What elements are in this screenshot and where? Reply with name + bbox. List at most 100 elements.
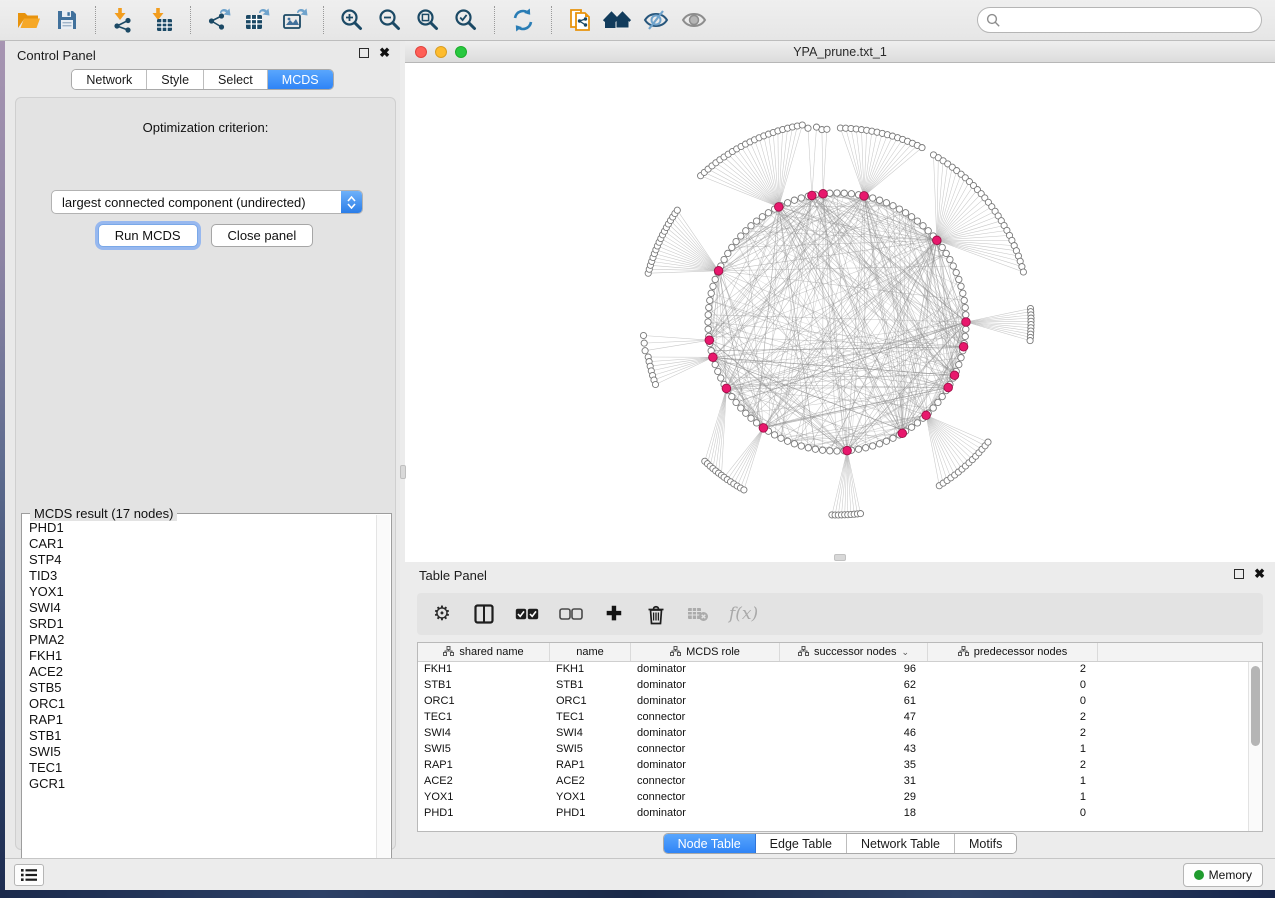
horizontal-splitter-handle[interactable] bbox=[834, 554, 846, 561]
graph-node[interactable] bbox=[778, 435, 784, 441]
vertical-splitter-handle[interactable] bbox=[400, 465, 406, 479]
graph-node[interactable] bbox=[718, 375, 724, 381]
table-cell[interactable]: ACE2 bbox=[550, 774, 631, 790]
graph-node[interactable] bbox=[805, 445, 811, 451]
table-row[interactable]: RAP1RAP1dominator352 bbox=[418, 758, 1262, 774]
graph-node[interactable] bbox=[908, 424, 914, 430]
graph-node[interactable] bbox=[753, 420, 759, 426]
graph-node[interactable] bbox=[748, 223, 754, 229]
table-row[interactable]: PHD1PHD1dominator180 bbox=[418, 806, 1262, 822]
graph-node[interactable] bbox=[710, 283, 716, 289]
graph-leaf-node[interactable] bbox=[919, 145, 925, 151]
graph-node[interactable] bbox=[743, 228, 749, 234]
graph-leaf-node[interactable] bbox=[674, 207, 680, 213]
zoom-fit-icon[interactable] bbox=[413, 5, 443, 35]
table-cell[interactable]: 2 bbox=[928, 758, 1098, 774]
graph-node[interactable] bbox=[956, 361, 962, 367]
mcds-result-item[interactable]: TEC1 bbox=[29, 760, 369, 776]
graph-mcds-node[interactable] bbox=[775, 203, 784, 212]
graph-node[interactable] bbox=[733, 238, 739, 244]
zoom-in-icon[interactable] bbox=[337, 5, 367, 35]
graph-leaf-node[interactable] bbox=[640, 332, 646, 338]
table-cell[interactable]: 1 bbox=[928, 790, 1098, 806]
zoom-selected-icon[interactable] bbox=[451, 5, 481, 35]
table-cell[interactable]: connector bbox=[631, 710, 780, 726]
table-cell[interactable]: 0 bbox=[928, 806, 1098, 822]
mcds-result-item[interactable]: YOX1 bbox=[29, 584, 369, 600]
graph-node[interactable] bbox=[914, 420, 920, 426]
graph-node[interactable] bbox=[896, 206, 902, 212]
mcds-result-item[interactable]: GCR1 bbox=[29, 776, 369, 792]
tab-mcds[interactable]: MCDS bbox=[268, 70, 333, 89]
table-cell[interactable]: RAP1 bbox=[418, 758, 550, 774]
graph-node[interactable] bbox=[733, 399, 739, 405]
float-table-panel-icon[interactable] bbox=[1234, 569, 1244, 579]
graph-node[interactable] bbox=[870, 443, 876, 449]
network-search-box[interactable] bbox=[977, 7, 1262, 33]
graph-node[interactable] bbox=[725, 250, 731, 256]
graph-node[interactable] bbox=[870, 195, 876, 201]
refresh-icon[interactable] bbox=[508, 5, 538, 35]
table-cell[interactable]: SWI5 bbox=[418, 742, 550, 758]
graph-mcds-node[interactable] bbox=[709, 353, 718, 362]
graph-mcds-node[interactable] bbox=[759, 424, 768, 433]
table-cell[interactable]: 62 bbox=[780, 678, 928, 694]
mcds-list-scrollbar[interactable] bbox=[376, 515, 390, 881]
graph-leaf-node[interactable] bbox=[741, 487, 747, 493]
graph-node[interactable] bbox=[883, 200, 889, 206]
graph-node[interactable] bbox=[784, 438, 790, 444]
graph-node[interactable] bbox=[705, 326, 711, 332]
table-row[interactable]: FKH1FKH1dominator962 bbox=[418, 662, 1262, 678]
duplicate-network-icon[interactable] bbox=[565, 5, 595, 35]
graph-mcds-node[interactable] bbox=[860, 192, 869, 201]
graph-mcds-node[interactable] bbox=[898, 429, 907, 438]
graph-node[interactable] bbox=[939, 393, 945, 399]
table-row[interactable]: ORC1ORC1dominator610 bbox=[418, 694, 1262, 710]
memory-button[interactable]: Memory bbox=[1183, 863, 1263, 887]
table-scrollbar-track[interactable] bbox=[1248, 662, 1262, 831]
table-cell[interactable]: 0 bbox=[928, 678, 1098, 694]
graph-node[interactable] bbox=[962, 304, 968, 310]
mcds-result-item[interactable]: STP4 bbox=[29, 552, 369, 568]
graph-node[interactable] bbox=[935, 399, 941, 405]
column-header-name[interactable]: name bbox=[550, 643, 631, 661]
graph-node[interactable] bbox=[765, 210, 771, 216]
mcds-result-item[interactable]: ACE2 bbox=[29, 664, 369, 680]
table-cell[interactable]: FKH1 bbox=[550, 662, 631, 678]
settings-gear-icon[interactable]: ⚙ bbox=[431, 602, 453, 626]
graph-node[interactable] bbox=[953, 269, 959, 275]
table-cell[interactable]: dominator bbox=[631, 662, 780, 678]
hide-selected-eye-icon[interactable] bbox=[641, 5, 671, 35]
table-cell[interactable]: 47 bbox=[780, 710, 928, 726]
network-graph[interactable] bbox=[405, 63, 1275, 557]
tab-motifs[interactable]: Motifs bbox=[955, 834, 1016, 853]
graph-node[interactable] bbox=[890, 203, 896, 209]
table-cell[interactable]: dominator bbox=[631, 726, 780, 742]
table-cell[interactable]: connector bbox=[631, 790, 780, 806]
graph-node[interactable] bbox=[771, 432, 777, 438]
mcds-result-item[interactable]: PHD1 bbox=[29, 520, 369, 536]
column-header-predecessor-nodes[interactable]: predecessor nodes bbox=[928, 643, 1098, 661]
table-cell[interactable]: PHD1 bbox=[550, 806, 631, 822]
table-cell[interactable]: 0 bbox=[928, 694, 1098, 710]
graph-node[interactable] bbox=[743, 410, 749, 416]
show-selected-eye-icon[interactable] bbox=[679, 5, 709, 35]
deselect-all-icon[interactable] bbox=[559, 602, 583, 626]
export-network-icon[interactable] bbox=[204, 5, 234, 35]
graph-leaf-node[interactable] bbox=[799, 122, 805, 128]
graph-node[interactable] bbox=[876, 441, 882, 447]
table-row[interactable]: STB1STB1dominator620 bbox=[418, 678, 1262, 694]
table-cell[interactable]: 46 bbox=[780, 726, 928, 742]
graph-node[interactable] bbox=[939, 244, 945, 250]
graph-node[interactable] bbox=[863, 445, 869, 451]
column-header-shared-name[interactable]: shared name bbox=[418, 643, 550, 661]
delete-column-icon[interactable] bbox=[645, 602, 667, 626]
graph-node[interactable] bbox=[958, 283, 964, 289]
tab-select[interactable]: Select bbox=[204, 70, 268, 89]
network-window-titlebar[interactable]: YPA_prune.txt_1 bbox=[405, 41, 1275, 63]
graph-node[interactable] bbox=[812, 446, 818, 452]
graph-mcds-node[interactable] bbox=[959, 343, 968, 352]
close-panel-button[interactable]: Close panel bbox=[211, 224, 314, 247]
table-cell[interactable]: dominator bbox=[631, 758, 780, 774]
graph-leaf-node[interactable] bbox=[652, 381, 658, 387]
